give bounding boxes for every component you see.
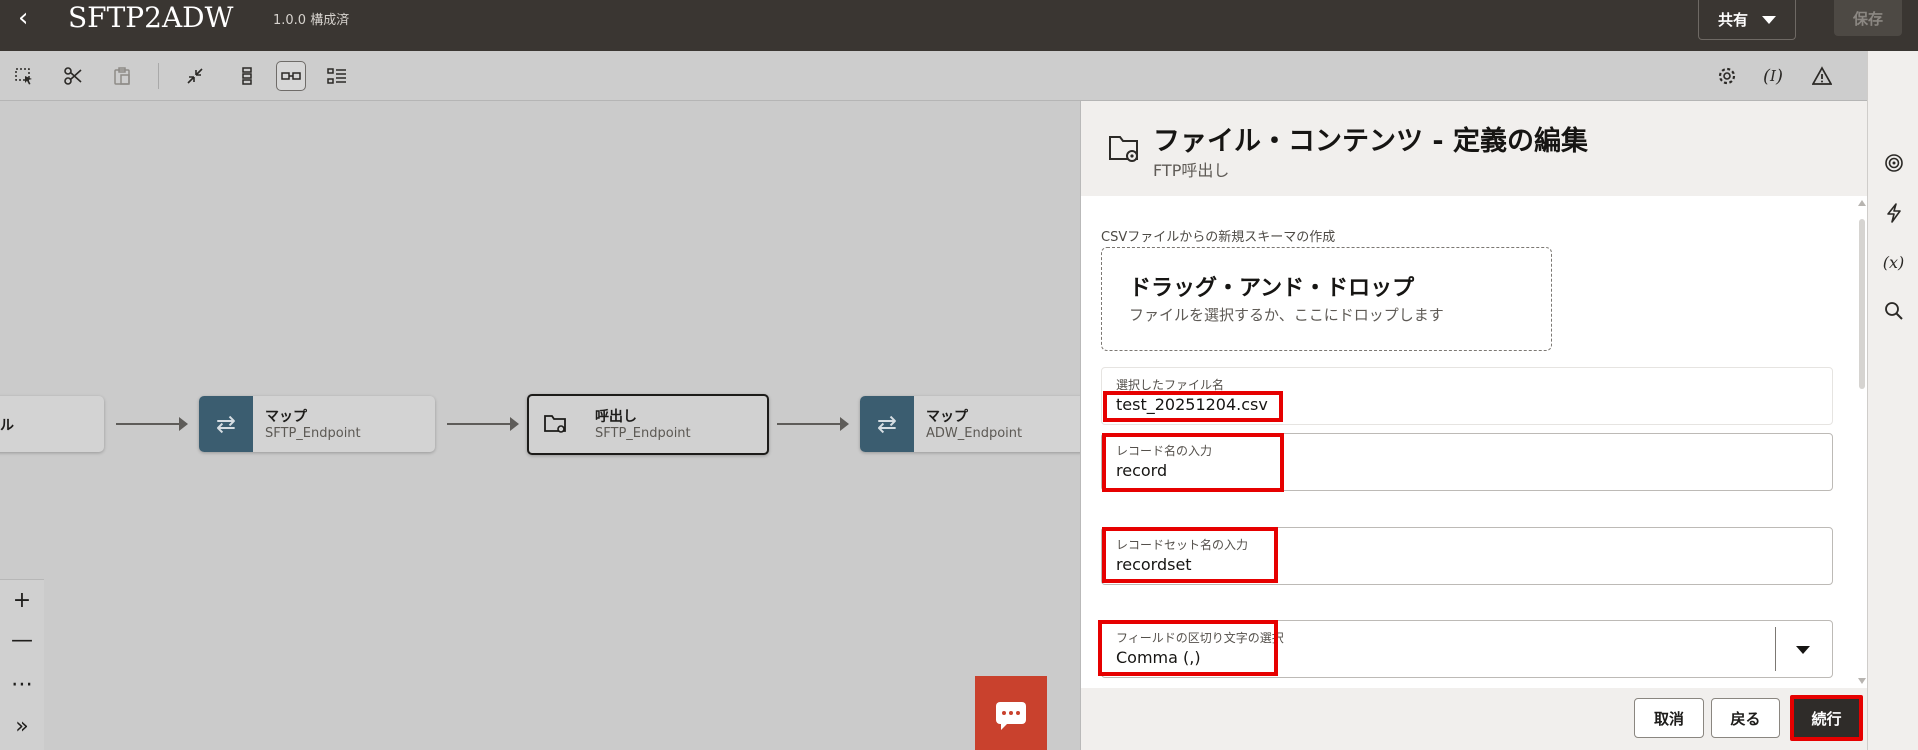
- back-button[interactable]: 戻る: [1711, 698, 1780, 738]
- share-button[interactable]: 共有: [1698, 0, 1796, 40]
- chat-button[interactable]: [975, 676, 1047, 750]
- right-rail: (x): [1867, 51, 1918, 750]
- node-title: マップ: [265, 409, 307, 425]
- save-button[interactable]: 保存: [1834, 0, 1902, 36]
- drawer-body: CSVファイルからの新規スキーマの作成 ドラッグ・アンド・ドロップ ファイルを選…: [1081, 196, 1868, 688]
- app-header: ‹ SFTP2ADW 1.0.0 構成済 共有 保存: [0, 0, 1918, 51]
- flow-connector: [777, 417, 849, 431]
- field-value: test_20251204.csv: [1116, 395, 1268, 414]
- integration-title: SFTP2ADW: [68, 1, 234, 34]
- warning-icon[interactable]: [1807, 61, 1837, 91]
- folder-gear-icon: [529, 396, 583, 452]
- list-layout-icon[interactable]: [322, 61, 352, 91]
- select-icon[interactable]: [9, 61, 39, 91]
- file-dropzone[interactable]: ドラッグ・アンド・ドロップ ファイルを選択するか、ここにドロップします: [1101, 247, 1552, 351]
- node-subtitle: ADW_Endpoint: [926, 426, 1023, 441]
- node-title: ル: [0, 418, 14, 434]
- scroll-up-icon[interactable]: [1858, 200, 1866, 206]
- node-subtitle: SFTP_Endpoint: [595, 426, 691, 441]
- recordset-name-input[interactable]: レコードセット名の入力 recordset: [1101, 527, 1833, 585]
- expand-panel-button[interactable]: »: [0, 706, 44, 746]
- settings-icon[interactable]: [1712, 61, 1742, 91]
- target-icon[interactable]: [1868, 146, 1918, 180]
- vertical-layout-icon[interactable]: [232, 61, 262, 91]
- map-icon: ⇄: [199, 396, 253, 452]
- caret-down-icon: [1762, 15, 1776, 24]
- chat-icon: [996, 702, 1026, 730]
- map-icon: ⇄: [860, 396, 914, 452]
- drawer-header: ファイル・コンテンツ - 定義の編集 FTP呼出し: [1081, 101, 1868, 196]
- more-options-button[interactable]: ⋯: [0, 664, 44, 704]
- cancel-button[interactable]: 取消: [1634, 698, 1704, 738]
- flow-connector: [447, 417, 519, 431]
- drawer-title: ファイル・コンテンツ - 定義の編集: [1153, 126, 1589, 157]
- collapse-icon[interactable]: [180, 61, 210, 91]
- chevron-left-icon[interactable]: ‹: [18, 4, 38, 32]
- search-icon[interactable]: [1868, 294, 1918, 328]
- field-value: Comma (,): [1116, 648, 1201, 667]
- toolbar-divider: [158, 63, 159, 89]
- field-label: 選択したファイル名: [1116, 378, 1225, 392]
- node-subtitle: SFTP_Endpoint: [265, 426, 361, 441]
- select-divider: [1775, 627, 1776, 671]
- flow-node-map-sftp[interactable]: ⇄ マップ SFTP_Endpoint: [199, 396, 435, 452]
- field-label: レコードセット名の入力: [1116, 538, 1249, 552]
- canvas-toolbar: (I): [0, 51, 1918, 101]
- drawer-footer: 取消 戻る 続行: [1081, 688, 1868, 750]
- dropzone-subtitle: ファイルを選択するか、ここにドロップします: [1129, 306, 1444, 324]
- scroll-down-icon[interactable]: [1858, 678, 1866, 684]
- flow-node-map-adw[interactable]: ⇄ マップ ADW_Endpoint: [860, 396, 1096, 452]
- share-label: 共有: [1717, 11, 1748, 29]
- drawer-subtitle: FTP呼出し: [1153, 161, 1230, 180]
- folder-gear-icon: [1107, 131, 1141, 165]
- zoom-controls: + — ⋯ »: [0, 579, 44, 750]
- cut-icon[interactable]: [58, 61, 88, 91]
- edit-definition-drawer: ファイル・コンテンツ - 定義の編集 FTP呼出し CSVファイルからの新規スキ…: [1080, 101, 1868, 750]
- flow-node-invoke-sftp[interactable]: 呼出し SFTP_Endpoint: [527, 394, 769, 455]
- drawer-scrollbar[interactable]: [1859, 219, 1865, 389]
- field-value: record: [1116, 461, 1168, 480]
- flow-node-trigger[interactable]: ル: [0, 396, 104, 452]
- field-label: フィールドの区切り文字の選択: [1116, 631, 1284, 645]
- variable-icon[interactable]: (I): [1758, 61, 1788, 91]
- zoom-out-button[interactable]: —: [0, 620, 44, 660]
- field-value: recordset: [1116, 555, 1192, 574]
- lightning-icon[interactable]: [1868, 196, 1918, 230]
- continue-button[interactable]: 続行: [1790, 695, 1863, 741]
- paste-icon[interactable]: [107, 61, 137, 91]
- integration-canvas[interactable]: ル ⇄ マップ SFTP_Endpoint 呼出し SFTP_Endpoint …: [0, 101, 1096, 750]
- version-label: 1.0.0 構成済: [273, 13, 350, 28]
- flow-connector: [116, 417, 188, 431]
- caret-down-icon[interactable]: [1796, 646, 1810, 654]
- horizontal-layout-icon[interactable]: [276, 61, 306, 91]
- delimiter-select[interactable]: フィールドの区切り文字の選択 Comma (,): [1101, 620, 1833, 678]
- node-title: マップ: [926, 409, 968, 425]
- record-name-input[interactable]: レコード名の入力 record: [1101, 433, 1833, 491]
- csv-section-label: CSVファイルからの新規スキーマの作成: [1101, 230, 1336, 245]
- node-title: 呼出し: [595, 409, 637, 425]
- function-icon[interactable]: (x): [1868, 245, 1918, 279]
- zoom-in-button[interactable]: +: [0, 580, 44, 620]
- field-label: レコード名の入力: [1116, 444, 1213, 458]
- dropzone-title: ドラッグ・アンド・ドロップ: [1129, 276, 1415, 301]
- selected-file-field: 選択したファイル名 test_20251204.csv: [1101, 367, 1833, 425]
